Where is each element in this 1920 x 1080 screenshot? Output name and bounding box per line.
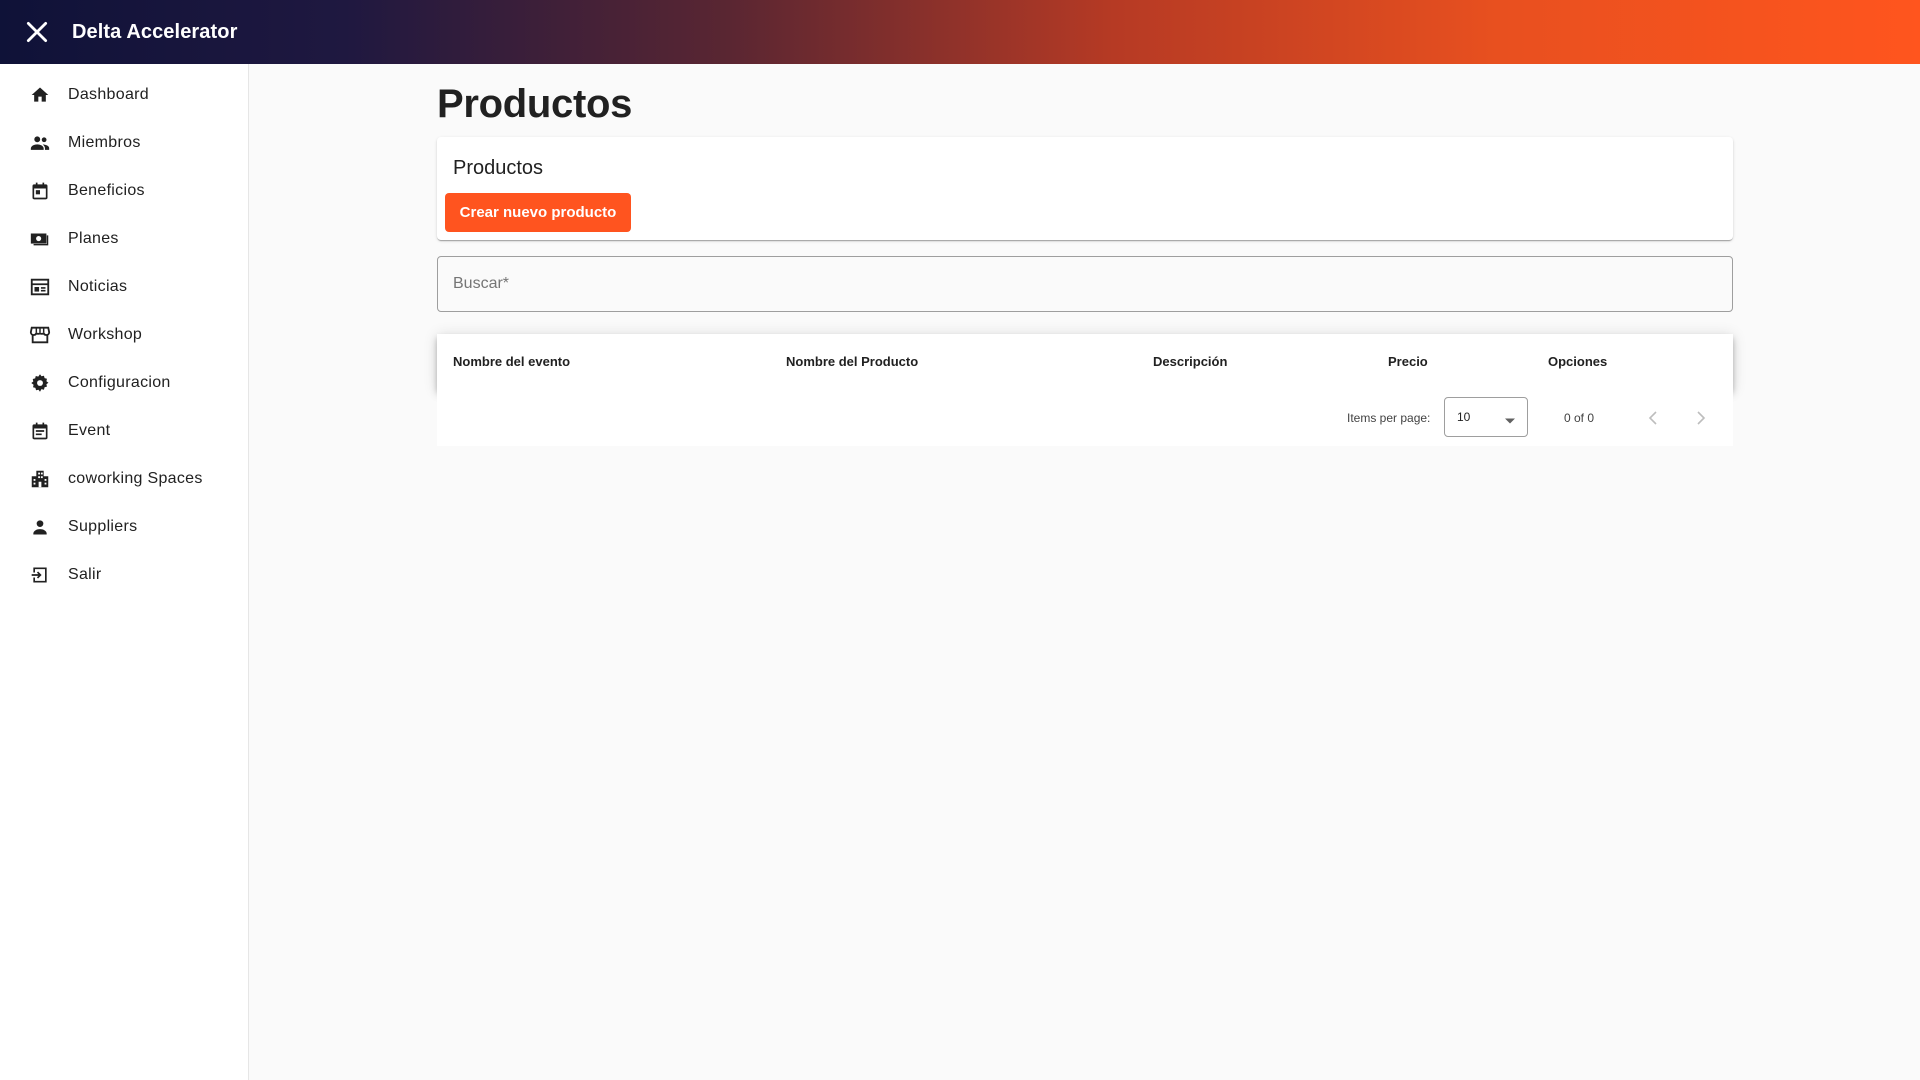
sidebar-item-label: Beneficios <box>68 182 145 199</box>
sidebar-item-beneficios[interactable]: Beneficios <box>0 167 248 215</box>
card-title: Productos <box>453 157 544 179</box>
dropdown-arrow-icon <box>1505 413 1515 427</box>
sidebar-item-planes[interactable]: Planes <box>0 215 248 263</box>
sidebar-item-label: Salir <box>68 566 102 583</box>
chevron-left-icon <box>1648 411 1657 425</box>
home-icon <box>28 83 52 107</box>
sidebar-item-event[interactable]: Event <box>0 407 248 455</box>
table-header-row: Nombre del evento Nombre del Producto De… <box>437 334 1733 390</box>
sidebar-item-label: Planes <box>68 230 119 247</box>
sidebar-item-label: Suppliers <box>68 518 138 535</box>
sidebar-item-coworking-spaces[interactable]: coworking Spaces <box>0 455 248 503</box>
close-icon[interactable] <box>22 17 52 47</box>
sidebar-item-dashboard[interactable]: Dashboard <box>0 71 248 119</box>
event-note-icon <box>28 419 52 443</box>
main-content: Productos Productos Crear nuevo producto… <box>437 64 1733 446</box>
payments-icon <box>28 227 52 251</box>
sidebar-item-label: Configuracion <box>68 374 171 391</box>
page-size-select[interactable]: 10 <box>1444 397 1528 437</box>
paginator: Items per page: 10 0 of 0 <box>437 390 1733 446</box>
storefront-icon <box>28 323 52 347</box>
sidebar: Dashboard Miembros Beneficios Planes Not… <box>0 64 249 1080</box>
create-product-button[interactable]: Crear nuevo producto <box>445 193 631 232</box>
chevron-right-icon <box>1697 411 1706 425</box>
sidebar-item-noticias[interactable]: Noticias <box>0 263 248 311</box>
sidebar-item-label: Miembros <box>68 134 141 151</box>
column-header-price[interactable]: Precio <box>1388 334 1428 390</box>
top-app-bar: Delta Accelerator <box>0 0 1920 64</box>
sidebar-item-label: Event <box>68 422 111 439</box>
gear-icon <box>28 371 52 395</box>
logout-icon <box>28 563 52 587</box>
page-title: Productos <box>437 82 633 126</box>
app-title: Delta Accelerator <box>72 20 238 43</box>
sidebar-item-label: Dashboard <box>68 86 149 103</box>
page-range: 0 of 0 <box>1564 411 1595 425</box>
people-icon <box>28 131 52 155</box>
next-page-button[interactable] <box>1685 402 1717 434</box>
column-header-description[interactable]: Descripción <box>1153 334 1227 390</box>
sidebar-item-miembros[interactable]: Miembros <box>0 119 248 167</box>
page-size-value: 10 <box>1457 410 1471 424</box>
sidebar-item-suppliers[interactable]: Suppliers <box>0 503 248 551</box>
sidebar-item-workshop[interactable]: Workshop <box>0 311 248 359</box>
newspaper-icon <box>28 275 52 299</box>
column-header-product-name[interactable]: Nombre del Producto <box>786 334 918 390</box>
search-field[interactable] <box>437 256 1733 312</box>
products-card: Productos Crear nuevo producto <box>437 137 1733 240</box>
sidebar-item-label: Noticias <box>68 278 128 295</box>
calendar-icon <box>28 179 52 203</box>
column-header-event-name[interactable]: Nombre del evento <box>453 334 570 390</box>
sidebar-nav: Dashboard Miembros Beneficios Planes Not… <box>0 64 248 599</box>
sidebar-item-salir[interactable]: Salir <box>0 551 248 599</box>
sidebar-item-configuracion[interactable]: Configuracion <box>0 359 248 407</box>
sidebar-item-label: Workshop <box>68 326 143 343</box>
previous-page-button[interactable] <box>1637 402 1669 434</box>
person-icon <box>28 515 52 539</box>
building-icon <box>28 467 52 491</box>
column-header-options[interactable]: Opciones <box>1548 334 1607 390</box>
search-input[interactable] <box>453 275 1732 293</box>
items-per-page-label: Items per page: <box>1347 411 1431 425</box>
sidebar-item-label: coworking Spaces <box>68 470 203 487</box>
